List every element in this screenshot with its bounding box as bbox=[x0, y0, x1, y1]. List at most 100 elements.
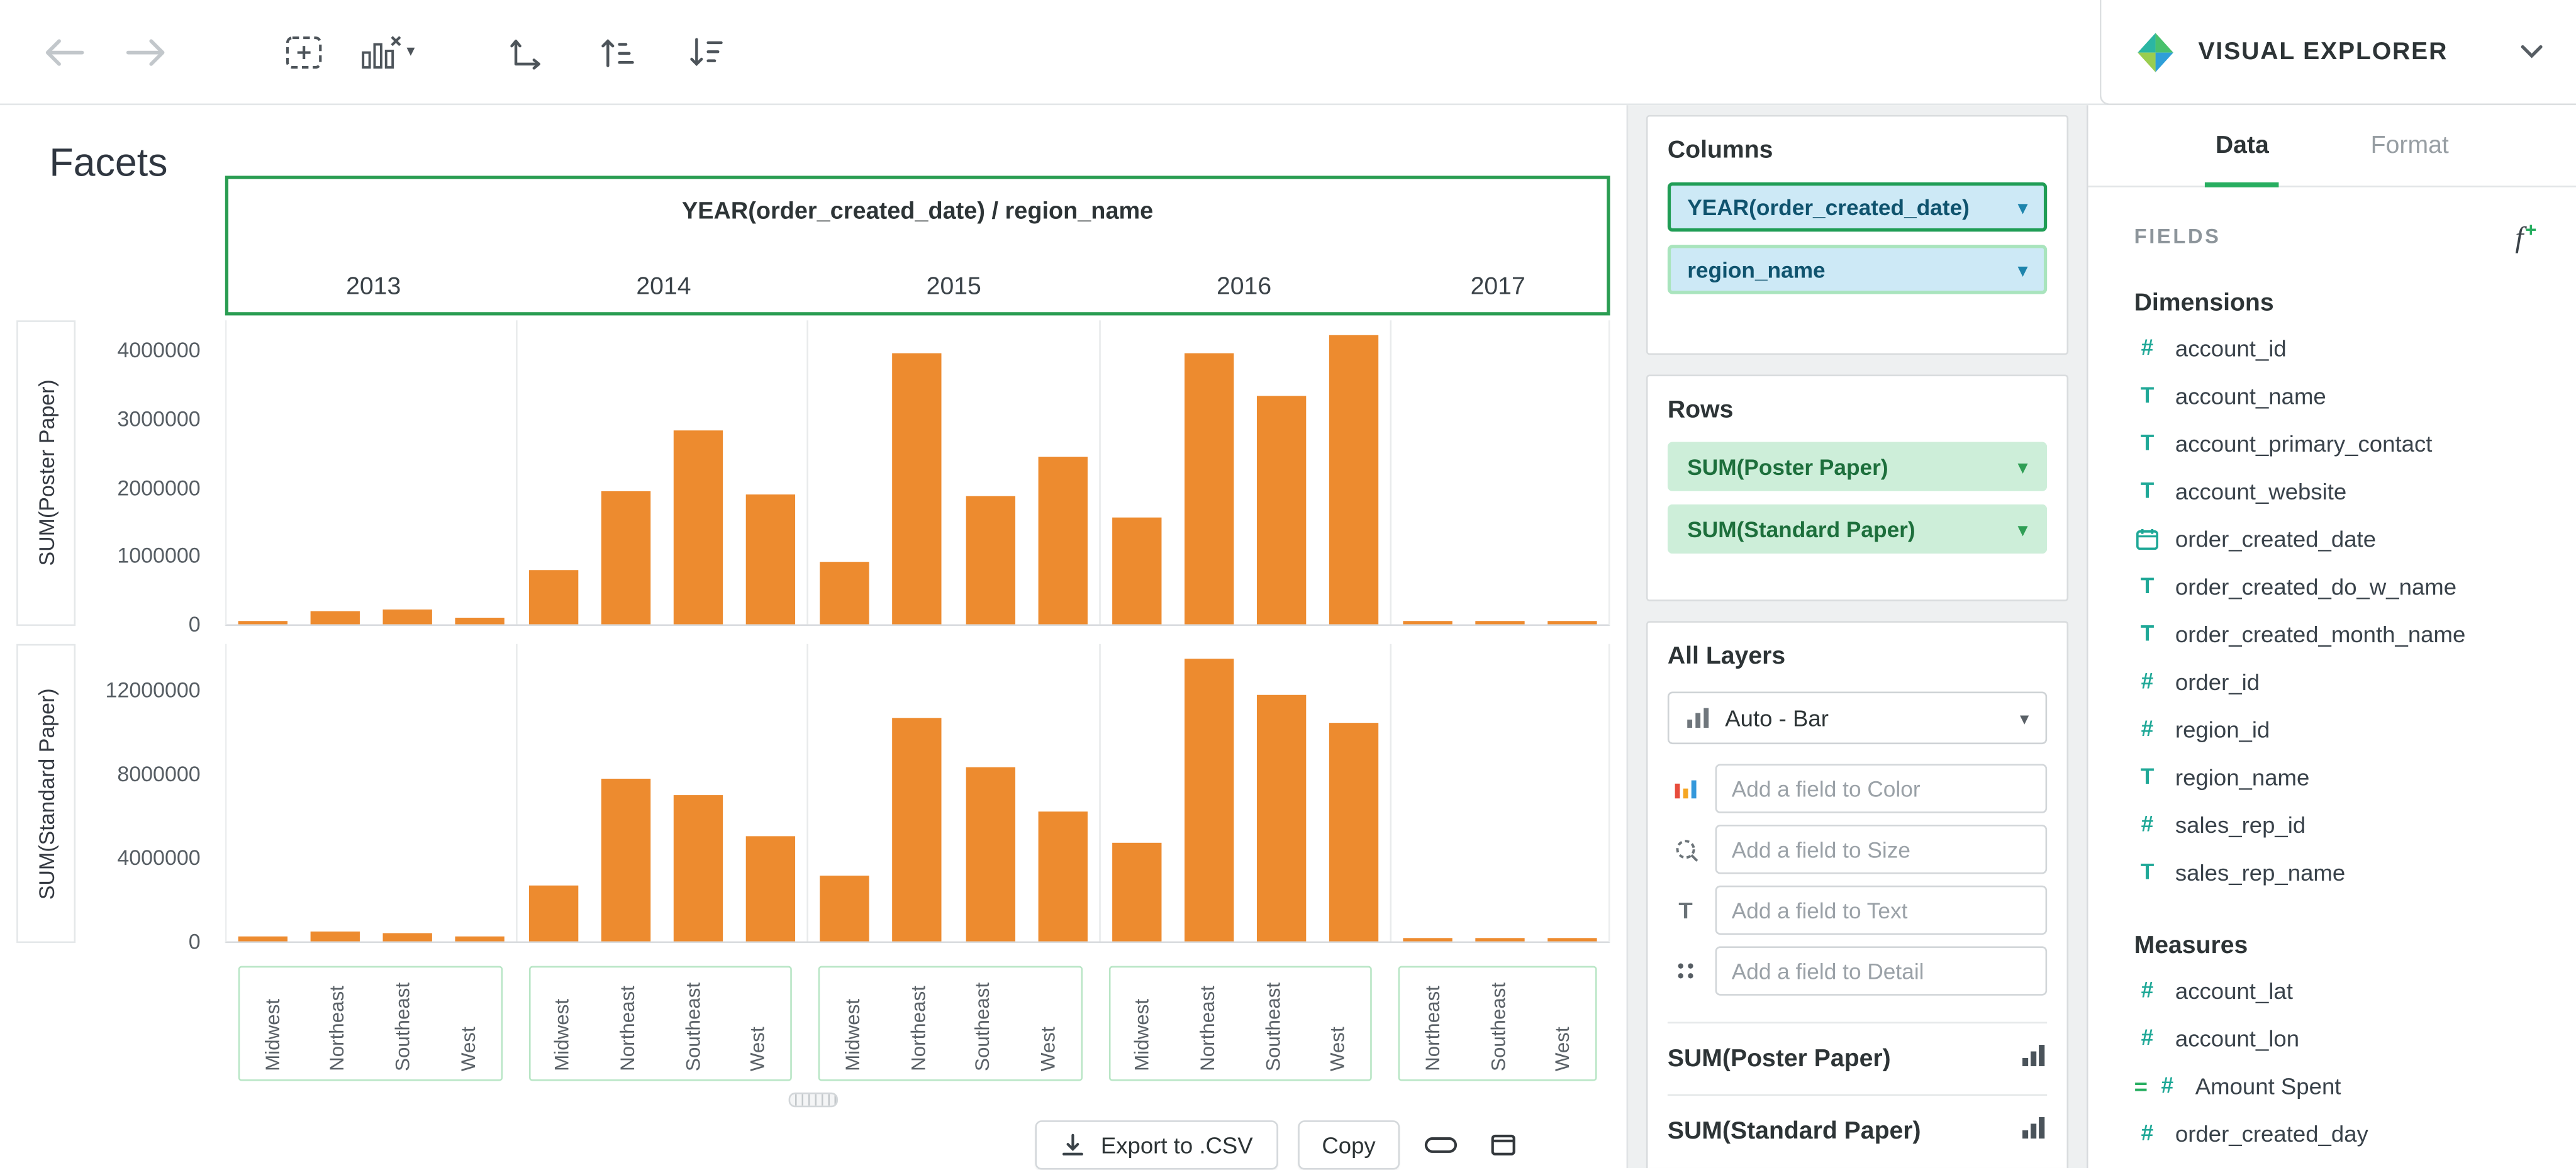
x-axis-label: Northeast bbox=[1420, 985, 1444, 1071]
expand-view-icon[interactable] bbox=[1482, 1123, 1525, 1166]
caret-down-icon[interactable]: ▾ bbox=[2018, 259, 2027, 280]
caret-down-icon[interactable]: ▾ bbox=[2018, 456, 2027, 477]
bar-2014-midwest[interactable] bbox=[529, 884, 579, 942]
field-name: order_created_do_w_name bbox=[2175, 573, 2457, 599]
layer-measure-sum-standard-paper[interactable]: SUM(Standard Paper) bbox=[1667, 1094, 2048, 1166]
field-order-id[interactable]: # order_id bbox=[2088, 658, 2576, 706]
layers-card: All Layers Auto - Bar ▾ T SUM(Poster Pap… bbox=[1646, 621, 2069, 1168]
bar-2014-southeast[interactable] bbox=[674, 794, 723, 942]
field-account-primary-contact[interactable]: Taccount_primary_contact bbox=[2088, 420, 2576, 467]
x-axis-label: Midwest bbox=[840, 998, 864, 1071]
field-region-id[interactable]: # region_id bbox=[2088, 705, 2576, 753]
visual-explorer-menu[interactable]: VISUAL EXPLORER bbox=[2099, 0, 2576, 106]
bar-2016-northeast[interactable] bbox=[1184, 658, 1234, 942]
drop-field-list: T bbox=[1668, 764, 2048, 996]
bar-2016-west[interactable] bbox=[1329, 335, 1378, 625]
field-order-created-do-w-name[interactable]: Torder_created_do_w_name bbox=[2088, 562, 2576, 610]
pill-sum-poster-paper[interactable]: SUM(Poster Paper) ▾ bbox=[1667, 442, 2048, 491]
pill-year-order-created-date[interactable]: YEAR(order_created_date) ▾ bbox=[1667, 182, 2048, 232]
bar-2014-northeast[interactable] bbox=[601, 777, 651, 942]
add-field-detail-input[interactable] bbox=[1715, 946, 2048, 996]
bar-2017-northeast[interactable] bbox=[1402, 938, 1452, 942]
sort-ascending-icon[interactable] bbox=[588, 24, 644, 80]
bar-2014-west[interactable] bbox=[746, 837, 796, 942]
pill-label: SUM(Standard Paper) bbox=[1687, 516, 1915, 542]
text-type-icon: T bbox=[2140, 859, 2155, 884]
add-field-size-input[interactable] bbox=[1715, 825, 2048, 874]
field-sales-rep-name[interactable]: Tsales_rep_name bbox=[2088, 848, 2576, 896]
caret-down-icon[interactable]: ▾ bbox=[2018, 518, 2027, 540]
bar-2016-northeast[interactable] bbox=[1184, 352, 1234, 625]
shelves-panel: Columns YEAR(order_created_date) ▾ region_… bbox=[1626, 105, 2087, 1168]
remove-chart-icon[interactable]: ▾ bbox=[348, 24, 427, 80]
bar-2014-midwest[interactable] bbox=[529, 570, 579, 625]
bar-2017-southeast[interactable] bbox=[1475, 621, 1525, 625]
field-amount-spent[interactable]: = # Amount Spent bbox=[2088, 1062, 2576, 1110]
forward-button[interactable] bbox=[118, 24, 174, 80]
bar-2013-west[interactable] bbox=[455, 618, 505, 625]
field-account-website[interactable]: Taccount_website bbox=[2088, 467, 2576, 515]
export-csv-button[interactable]: Export to .CSV bbox=[1035, 1120, 1278, 1170]
bar-2017-southeast[interactable] bbox=[1475, 938, 1525, 942]
bar-2014-northeast[interactable] bbox=[601, 490, 651, 625]
collapse-view-icon[interactable] bbox=[1420, 1123, 1463, 1166]
chart-title: Facets bbox=[49, 141, 168, 186]
field-account-id[interactable]: # account_id bbox=[2088, 324, 2576, 372]
field-order-created-date[interactable]: order_created_date bbox=[2088, 515, 2576, 562]
bar-2016-southeast[interactable] bbox=[1256, 694, 1306, 942]
bar-2016-midwest[interactable] bbox=[1112, 843, 1161, 942]
add-calculated-field-button[interactable]: f + bbox=[2515, 220, 2536, 254]
bar-2015-midwest[interactable] bbox=[820, 876, 870, 942]
bar-2014-southeast[interactable] bbox=[674, 430, 723, 625]
bar-2017-northeast[interactable] bbox=[1402, 621, 1452, 625]
bar-2013-southeast[interactable] bbox=[382, 610, 433, 625]
field-sales-rep-id[interactable]: # sales_rep_id bbox=[2088, 801, 2576, 849]
x-axis-label: West bbox=[746, 1026, 769, 1071]
bar-2015-southeast[interactable] bbox=[965, 767, 1015, 942]
x-axis-label: Midwest bbox=[1130, 998, 1154, 1071]
field-order-created-month-name[interactable]: Torder_created_month_name bbox=[2088, 610, 2576, 658]
bar-2016-west[interactable] bbox=[1329, 723, 1378, 942]
field-account-lon[interactable]: # account_lon bbox=[2088, 1014, 2576, 1062]
bar-2013-midwest[interactable] bbox=[238, 937, 288, 942]
back-button[interactable] bbox=[36, 24, 92, 80]
bar-2013-northeast[interactable] bbox=[310, 931, 360, 942]
bar-2013-southeast[interactable] bbox=[382, 932, 433, 942]
bar-2013-midwest[interactable] bbox=[238, 620, 288, 625]
caret-down-icon[interactable]: ▾ bbox=[2018, 196, 2027, 218]
bar-2015-west[interactable] bbox=[1037, 457, 1087, 625]
bar-2015-northeast[interactable] bbox=[893, 353, 942, 625]
chart-type-select[interactable]: Auto - Bar ▾ bbox=[1667, 691, 2048, 745]
resize-handle[interactable] bbox=[788, 1092, 838, 1108]
add-field-color-input[interactable] bbox=[1715, 764, 2048, 813]
bar-2017-west[interactable] bbox=[1547, 621, 1597, 625]
swap-axes-icon[interactable] bbox=[499, 24, 555, 80]
bar-2014-west[interactable] bbox=[746, 494, 796, 625]
tab-format[interactable]: Format bbox=[2341, 105, 2478, 186]
y-tick-label: 3000000 bbox=[117, 406, 201, 431]
bar-chart-icon bbox=[2021, 1115, 2047, 1147]
sort-descending-icon[interactable] bbox=[677, 24, 733, 80]
bar-2013-northeast[interactable] bbox=[310, 610, 360, 625]
field-account-lat[interactable]: # account_lat bbox=[2088, 967, 2576, 1015]
add-chart-icon[interactable] bbox=[276, 24, 332, 80]
bar-2016-southeast[interactable] bbox=[1256, 395, 1306, 625]
bar-2016-midwest[interactable] bbox=[1112, 518, 1161, 625]
tab-data[interactable]: Data bbox=[2186, 105, 2299, 187]
copy-button[interactable]: Copy bbox=[1297, 1120, 1400, 1170]
bar-2015-northeast[interactable] bbox=[893, 717, 942, 942]
field-order-created-day[interactable]: # order_created_day bbox=[2088, 1110, 2576, 1157]
bar-2013-west[interactable] bbox=[455, 935, 505, 942]
columns-pill-list: YEAR(order_created_date) ▾ region_name ▾ bbox=[1667, 182, 2048, 294]
bar-2017-west[interactable] bbox=[1547, 938, 1597, 942]
bar-2015-midwest[interactable] bbox=[820, 561, 870, 625]
layer-measure-sum-poster-paper[interactable]: SUM(Poster Paper) bbox=[1667, 1022, 2048, 1094]
bar-2015-west[interactable] bbox=[1037, 811, 1087, 942]
y-axis-ticks: 12000000 8000000 4000000 0 bbox=[56, 644, 210, 954]
pill-region-name[interactable]: region_name ▾ bbox=[1667, 245, 2048, 294]
bar-2015-southeast[interactable] bbox=[965, 496, 1015, 625]
field-account-name[interactable]: Taccount_name bbox=[2088, 372, 2576, 420]
add-field-text-input[interactable] bbox=[1715, 885, 2048, 935]
field-region-name[interactable]: Tregion_name bbox=[2088, 753, 2576, 801]
pill-sum-standard-paper[interactable]: SUM(Standard Paper) ▾ bbox=[1667, 504, 2048, 554]
